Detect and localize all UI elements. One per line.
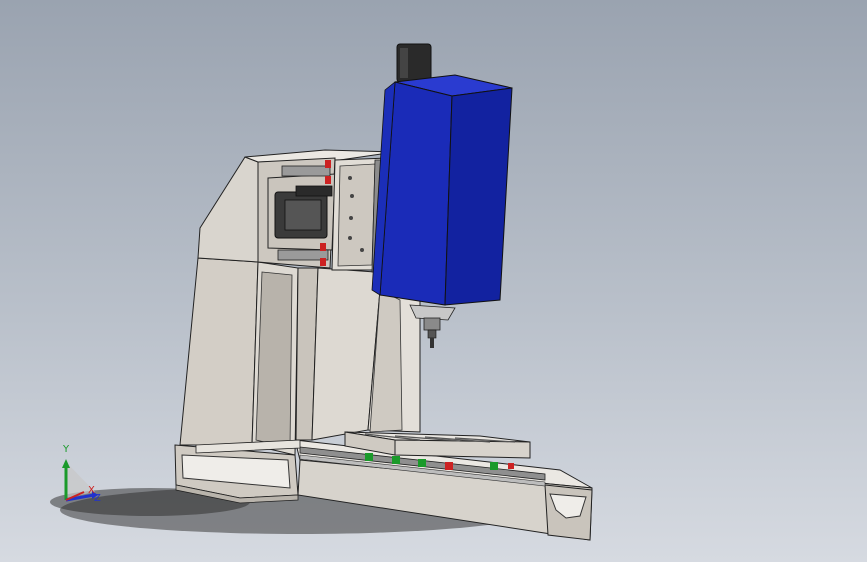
triad-y-label: Y — [63, 444, 70, 455]
model-view[interactable] — [0, 0, 867, 562]
graphics-viewport[interactable]: Y X Z — [0, 0, 867, 562]
spindle-motor[interactable] — [371, 43, 513, 306]
triad-z-label: Z — [94, 493, 101, 504]
